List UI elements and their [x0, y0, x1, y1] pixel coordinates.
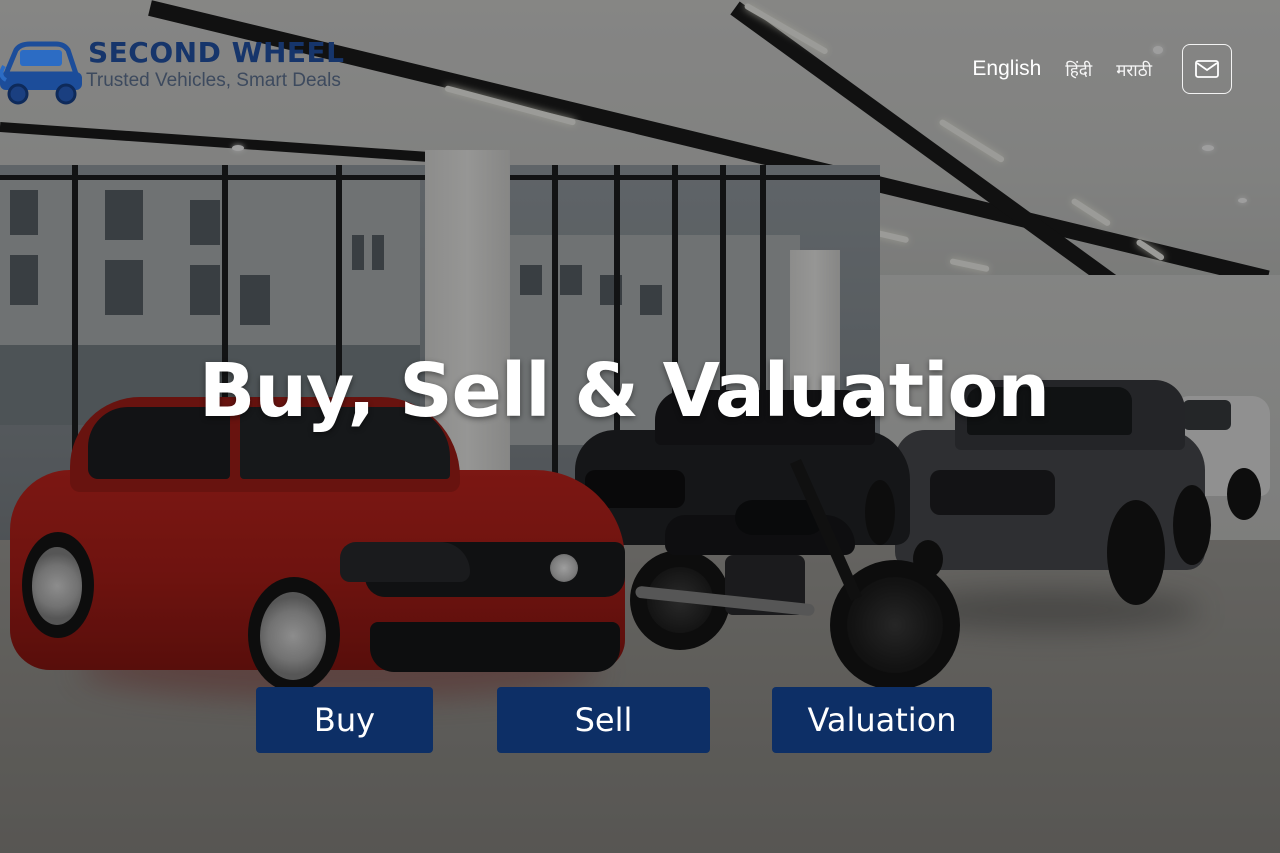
language-marathi[interactable]: मराठी — [1116, 58, 1152, 81]
brand-tagline: Trusted Vehicles, Smart Deals — [86, 70, 341, 91]
language-switcher: English हिंदी मराठी — [972, 44, 1232, 94]
mail-icon — [1195, 60, 1219, 78]
mail-button[interactable] — [1182, 44, 1232, 94]
language-hindi[interactable]: हिंदी — [1065, 58, 1092, 81]
buy-button[interactable]: Buy — [256, 687, 433, 753]
brand-name: SECOND WHEEL — [88, 36, 345, 69]
valuation-button[interactable]: Valuation — [772, 687, 992, 753]
brand-logo[interactable]: SECOND WHEEL Trusted Vehicles, Smart Dea… — [0, 36, 344, 108]
car-icon — [0, 36, 82, 108]
sell-button[interactable]: Sell — [497, 687, 710, 753]
site-header: SECOND WHEEL Trusted Vehicles, Smart Dea… — [0, 0, 1280, 120]
hero-headline: Buy, Sell & Valuation — [198, 348, 1050, 434]
hero-section: SECOND WHEEL Trusted Vehicles, Smart Dea… — [0, 0, 1280, 853]
language-english[interactable]: English — [972, 57, 1041, 81]
